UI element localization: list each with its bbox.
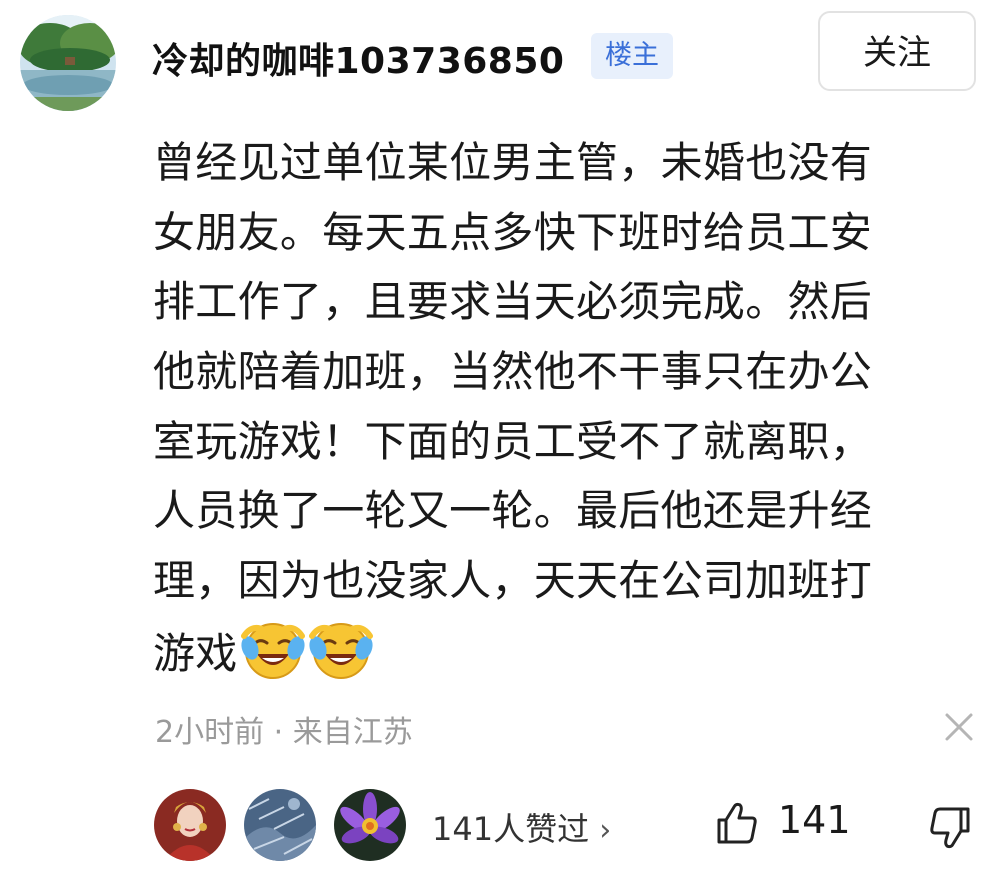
liked-by-count: 141人赞过	[432, 810, 590, 848]
comment-line: 人员换了一轮又一轮。最后他还是升经	[153, 486, 873, 536]
comment-last-line: 游戏	[153, 616, 983, 686]
comment-line: 他就陪着加班，当然他不干事只在办公	[153, 347, 873, 397]
comment-line: 理，因为也没家人，天天在公司加班打	[153, 556, 873, 606]
portrait-avatar-icon	[154, 789, 226, 861]
reactor-avatar[interactable]	[154, 789, 226, 861]
thumb-down-icon[interactable]	[928, 806, 972, 850]
laughing-crying-emoji-icon	[308, 622, 373, 679]
reactor-avatar[interactable]	[334, 789, 406, 861]
landscape-avatar-icon	[20, 15, 116, 111]
comment-line: 游戏	[153, 628, 238, 678]
comment-line: 女朋友。每天五点多快下班时给员工安	[153, 207, 873, 257]
frost-avatar-icon	[244, 789, 316, 861]
author-name[interactable]: 冷却的咖啡103736850	[152, 32, 564, 84]
laughing-crying-emoji-icon	[240, 622, 305, 679]
chevron-right-icon: ›	[599, 813, 612, 848]
thumb-up-icon[interactable]	[715, 801, 759, 845]
comment-meta: 2小时前 · 来自江苏	[155, 715, 413, 750]
comment-body: 曾经见过单位某位男主管，未婚也没有 女朋友。每天五点多快下班时给员工安 排工作了…	[153, 128, 983, 686]
close-icon[interactable]	[944, 712, 974, 742]
comment-line: 排工作了，且要求当天必须完成。然后	[153, 277, 873, 327]
comment-line: 室玩游戏！下面的员工受不了就离职，	[153, 416, 873, 466]
follow-button[interactable]: 关注	[818, 11, 976, 91]
reactor-avatar[interactable]	[244, 789, 316, 861]
op-badge: 楼主	[591, 33, 673, 79]
liked-by-link[interactable]: 141人赞过 ›	[432, 804, 611, 850]
comment-line: 曾经见过单位某位男主管，未婚也没有	[153, 138, 873, 187]
like-count: 141	[778, 798, 851, 842]
flower-avatar-icon	[334, 789, 406, 861]
author-avatar[interactable]	[20, 15, 116, 111]
